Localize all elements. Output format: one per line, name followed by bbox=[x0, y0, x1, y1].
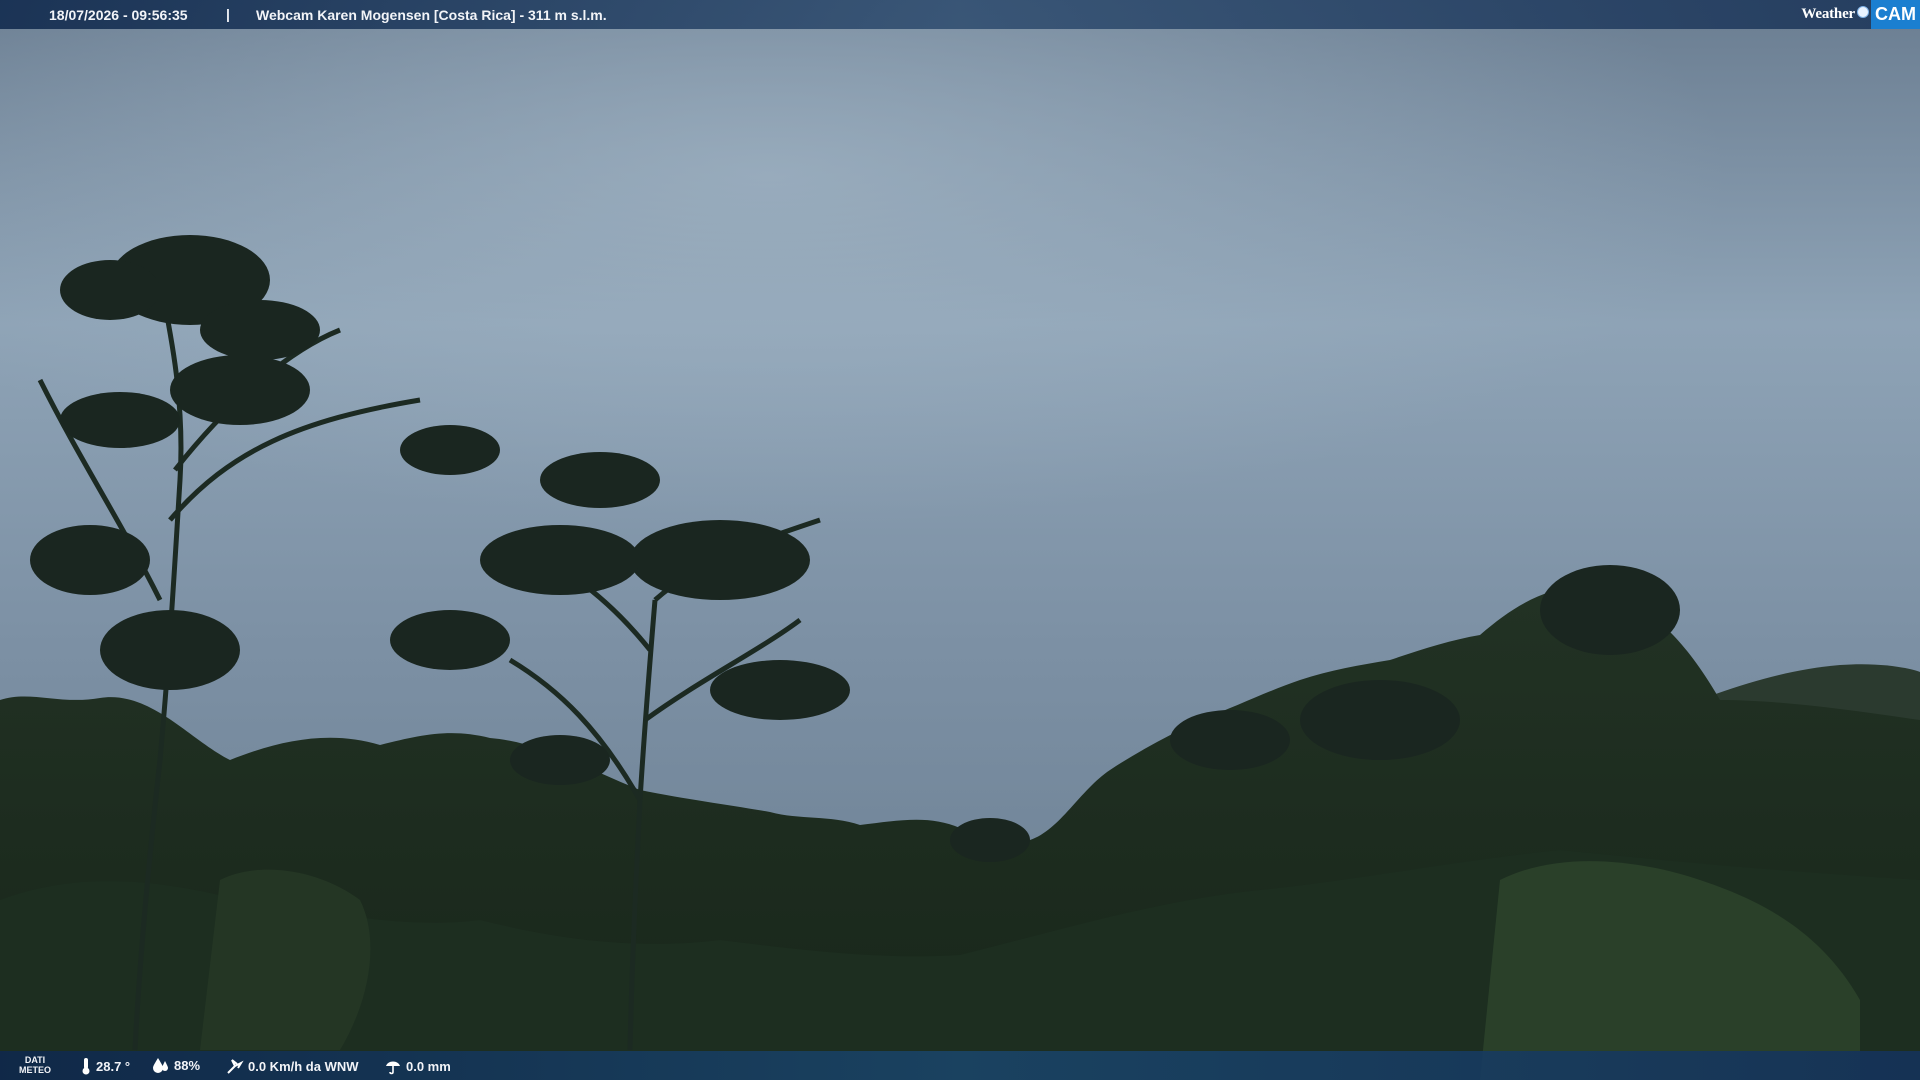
logo-weather-text: Weather bbox=[1801, 6, 1855, 22]
humidity-value: 88% bbox=[174, 1057, 201, 1073]
header-bar: 18/07/2026 - 09:56:35 | Webcam Karen Mog… bbox=[0, 0, 1920, 29]
logo-dot-icon bbox=[1857, 5, 1869, 18]
wind-item: 0.0 Km/h da WNW bbox=[226, 1057, 359, 1075]
rain-icon bbox=[386, 1061, 400, 1075]
temperature-value: 28.7 ° bbox=[96, 1058, 131, 1074]
weathercam-logo: Weather CAM bbox=[1801, 0, 1920, 29]
meteo-label: DATI METEO bbox=[18, 1055, 51, 1075]
header-separator: | bbox=[226, 6, 230, 22]
wind-value: 0.0 Km/h da WNW bbox=[248, 1058, 359, 1074]
humidity-icon bbox=[153, 1058, 168, 1073]
temperature-item: 28.7 ° bbox=[80, 1057, 130, 1075]
rain-value: 0.0 mm bbox=[406, 1058, 451, 1074]
weather-data-bar: DATI METEO 28.7 ° 88% 0.0 Km/h da WNW 0.… bbox=[0, 1051, 1920, 1080]
rain-item: 0.0 mm bbox=[384, 1057, 451, 1075]
wind-icon bbox=[227, 1059, 244, 1074]
logo-cam-text: CAM bbox=[1871, 0, 1920, 29]
datetime: 18/07/2026 - 09:56:35 bbox=[49, 7, 188, 23]
humidity-item: 88% bbox=[152, 1057, 200, 1073]
webcam-image bbox=[0, 0, 1920, 1080]
location-title: Webcam Karen Mogensen [Costa Rica] - 311… bbox=[256, 7, 607, 23]
thermometer-icon bbox=[82, 1058, 90, 1075]
